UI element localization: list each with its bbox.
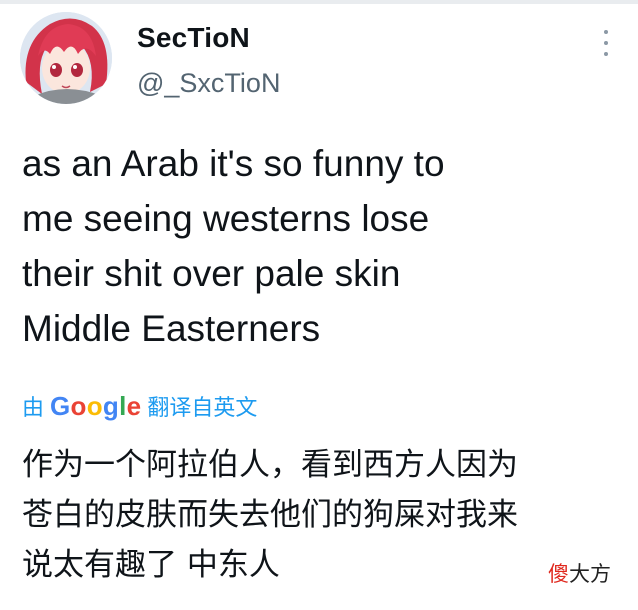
avatar-anime-girl-image: [20, 12, 112, 104]
watermark-part-red: 傻: [548, 562, 569, 586]
more-dot: [604, 52, 608, 56]
translated-by-google-link[interactable]: 由 Google 翻译自英文: [22, 388, 257, 424]
tweet-text-line: me seeing westerns lose: [22, 198, 430, 239]
translated-text: 作为一个阿拉伯人，看到西方人因为 苍白的皮肤而失去他们的狗屎对我来 说太有趣了 …: [22, 440, 632, 590]
translate-suffix: 翻译自英文: [147, 396, 258, 421]
display-name[interactable]: SecTioN: [137, 22, 250, 54]
google-logo: Google: [50, 390, 142, 421]
watermark: 傻大方: [548, 558, 611, 588]
more-dot: [604, 41, 608, 45]
user-handle[interactable]: @_SxcTioN: [137, 68, 280, 99]
translated-text-line: 作为一个阿拉伯人，看到西方人因为: [22, 447, 518, 483]
translated-text-line: 说太有趣了 中东人: [22, 547, 280, 583]
translate-prefix: 由: [22, 396, 45, 421]
translated-text-line: 苍白的皮肤而失去他们的狗屎对我来: [22, 497, 518, 533]
top-divider: [0, 0, 638, 4]
watermark-part-dark: 大方: [569, 562, 611, 586]
tweet-text: as an Arab it's so funny to me seeing we…: [22, 136, 622, 356]
more-vertical-icon[interactable]: [596, 30, 616, 56]
tweet-text-line: as an Arab it's so funny to: [22, 143, 445, 184]
avatar[interactable]: [20, 12, 112, 104]
more-dot: [604, 30, 608, 34]
tweet-text-line: Middle Easterners: [22, 308, 321, 349]
tweet-text-line: their shit over pale skin: [22, 253, 401, 294]
